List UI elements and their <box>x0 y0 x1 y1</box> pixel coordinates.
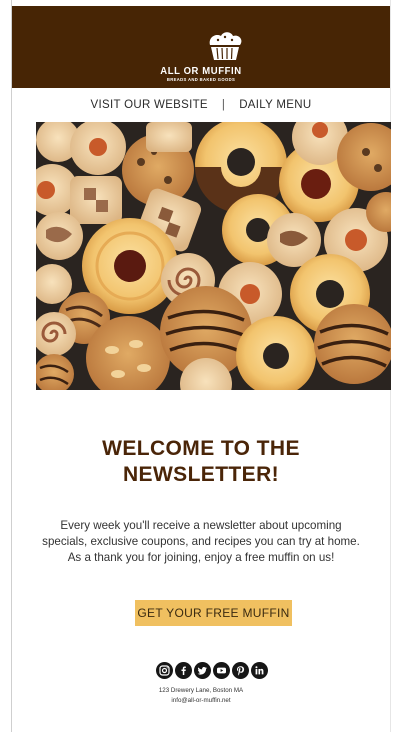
nav-link-website[interactable]: VISIT OUR WEBSITE <box>91 99 208 111</box>
nav-link-daily-menu[interactable]: DAILY MENU <box>239 99 311 111</box>
brand-tagline: BREADS AND BAKED GOODS <box>166 77 236 82</box>
intro-paragraph: Every week you'll receive a newsletter a… <box>12 518 390 567</box>
body-line-1: Every week you'll receive a newsletter a… <box>60 519 342 532</box>
cookies-photo <box>36 122 391 390</box>
headline-line-1: WELCOME TO THE <box>102 437 300 460</box>
muffin-icon <box>209 32 242 60</box>
top-nav: VISIT OUR WEBSITE | DAILY MENU <box>12 96 390 114</box>
nav-separator: | <box>221 99 226 111</box>
headline-line-2: NEWSLETTER! <box>122 463 280 486</box>
body-line-2: specials, exclusive coupons, and recipes… <box>42 535 360 549</box>
linkedin-icon[interactable] <box>251 662 268 679</box>
social-links <box>156 662 272 680</box>
pinterest-icon[interactable] <box>232 662 249 679</box>
hero-image <box>36 122 391 390</box>
free-muffin-button[interactable]: GET YOUR FREE MUFFIN <box>135 600 292 626</box>
facebook-icon[interactable] <box>175 662 192 679</box>
footer-email[interactable]: info@all-or-muffin.net <box>12 697 390 704</box>
instagram-icon[interactable] <box>156 662 173 679</box>
footer-address: 123 Drewery Lane, Boston MA <box>158 687 244 694</box>
welcome-headline: WELCOME TO THE NEWSLETTER! <box>12 436 390 488</box>
brand-name: ALL OR MUFFIN <box>160 65 242 78</box>
twitter-icon[interactable] <box>194 662 211 679</box>
email-header: ALL OR MUFFIN BREADS AND BAKED GOODS <box>12 6 390 88</box>
body-line-3: As a thank you for joining, enjoy a free… <box>67 551 335 565</box>
youtube-icon[interactable] <box>213 662 230 679</box>
